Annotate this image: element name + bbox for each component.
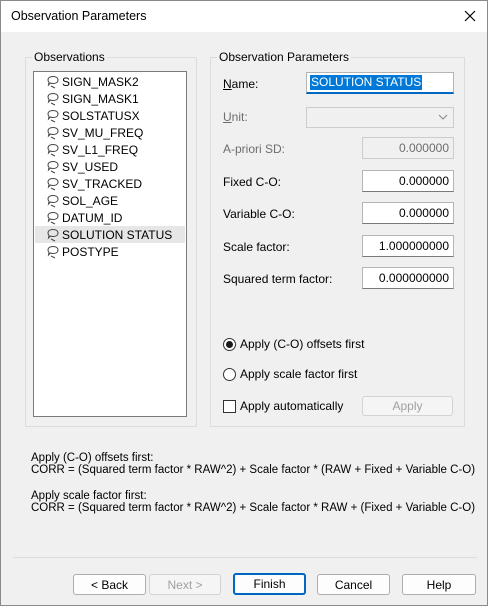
list-item-label: SIGN_MASK2 [62,74,139,89]
unit-label: Unit: [223,110,248,124]
name-value: SOLUTION STATUS [310,75,423,90]
observation-icon [45,142,61,158]
observation-parameters-dialog: Observation Parameters Observations SIGN… [0,0,488,606]
variable-co-label: Variable C-O: [223,207,295,221]
observation-icon [45,125,61,141]
fixed-co-label: Fixed C-O: [223,175,282,189]
list-item[interactable]: SIGN_MASK1 [35,90,185,107]
list-item-label: SV_MU_FREQ [62,125,144,140]
apply-button-label: Apply [392,399,423,413]
scale-formula: CORR = (Squared term factor * RAW^2) + S… [31,502,476,514]
list-item[interactable]: SV_MU_FREQ [35,124,185,141]
list-item-label: SOLSTATUSX [62,108,140,123]
apply-automatically-label: Apply automatically [240,399,344,413]
list-item[interactable]: SV_TRACKED [35,175,185,192]
scale-factor-label: Scale factor: [223,240,290,254]
help-button-label: Help [426,577,452,592]
observation-icon [45,74,61,90]
observation-icon [45,159,61,175]
observation-icon [45,244,61,260]
chevron-down-icon [438,114,448,120]
unit-dropdown[interactable] [306,107,454,128]
list-item[interactable]: DATUM_ID [35,209,185,226]
list-item-label: DATUM_ID [62,210,123,225]
name-field[interactable]: SOLUTION STATUS [306,72,454,94]
list-item-label: SOL_AGE [62,193,119,208]
variable-co-field[interactable]: 0.000000 [362,202,454,224]
back-button-label: < Back [90,577,129,592]
squared-term-field[interactable]: 0.000000000 [362,267,454,289]
list-item-label: POSTYPE [62,244,119,259]
parameters-group-label: Observation Parameters [217,50,352,64]
close-icon [464,10,476,22]
list-item[interactable]: SV_USED [35,158,185,175]
list-item[interactable]: SV_L1_FREQ [35,141,185,158]
next-button[interactable]: Next > [149,574,221,595]
close-button[interactable] [457,4,483,28]
apriori-sd-label: A-priori SD: [223,142,286,156]
observation-icon [45,193,61,209]
observations-list[interactable]: SIGN_MASK2 SIGN_MASK1 SOLSTATUSX SV_MU_FREQ… [33,71,187,417]
apply-automatically-checkbox[interactable]: Apply automatically [223,399,343,413]
list-item[interactable]: POSTYPE [35,243,185,260]
apply-button[interactable]: Apply [362,396,453,416]
list-item-label: SV_TRACKED [62,176,143,191]
list-item-label: SV_USED [62,159,119,174]
window-title: Observation Parameters [11,9,147,23]
apply-offsets-first-label: Apply (C-O) offsets first [240,337,365,351]
observation-icon [45,108,61,124]
cancel-button[interactable]: Cancel [317,574,390,595]
cancel-button-label: Cancel [334,577,373,592]
title-bar: Observation Parameters [1,1,487,32]
list-item[interactable]: SOLUTION STATUS [35,226,185,243]
back-button[interactable]: < Back [73,574,146,595]
apply-offsets-first-radio[interactable]: Apply (C-O) offsets first [223,337,364,351]
list-item-label: SOLUTION STATUS [62,227,173,242]
list-item-label: SV_L1_FREQ [62,142,139,157]
finish-button-label: Finish [253,577,286,591]
radio-offsets-indicator [223,337,236,351]
list-item[interactable]: SOLSTATUSX [35,107,185,124]
apriori-sd-field: 0.000000 [362,137,454,159]
name-label: Name: [223,77,259,91]
radio-scale-indicator [223,367,236,381]
apply-scale-first-label: Apply scale factor first [240,367,358,381]
finish-button[interactable]: Finish [233,573,306,595]
observation-icon [45,91,61,107]
offsets-formula: CORR = (Squared term factor * RAW^2) + S… [31,464,476,476]
observation-icon [45,210,61,226]
observations-group-label: Observations [32,50,107,64]
scale-factor-field[interactable]: 1.000000000 [362,235,454,257]
footer-separator [13,557,477,558]
list-item[interactable]: SOL_AGE [35,192,185,209]
observation-icon [45,176,61,192]
help-button[interactable]: Help [402,574,476,595]
list-item[interactable]: SIGN_MASK2 [35,73,185,90]
apply-scale-first-radio[interactable]: Apply scale factor first [223,367,357,381]
next-button-label: Next > [167,577,203,592]
fixed-co-field[interactable]: 0.000000 [362,170,454,192]
list-item-label: SIGN_MASK1 [62,91,139,106]
observation-icon [45,227,61,243]
apply-automatically-box [223,399,236,413]
squared-term-label: Squared term factor: [223,272,333,286]
